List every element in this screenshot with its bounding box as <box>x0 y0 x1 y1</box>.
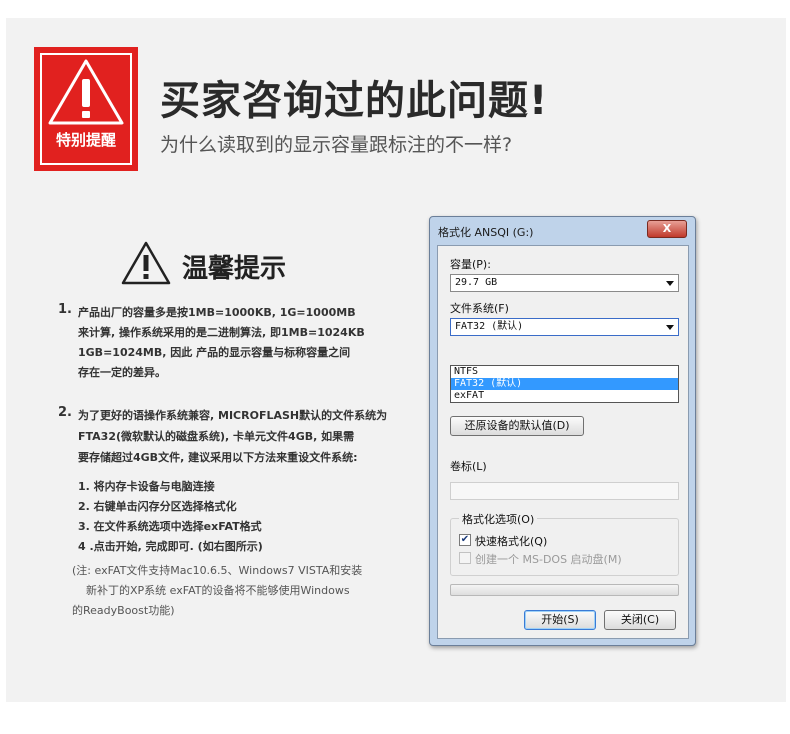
msdos-boot-label: 创建一个 MS-DOS 启动盘(M) <box>475 553 622 566</box>
capacity-value: 29.7 GB <box>455 277 498 288</box>
note-line: (注: exFAT文件支持Mac10.6.5、Windows7 VISTA和安装 <box>72 564 363 577</box>
item2-number: 2. <box>58 405 72 420</box>
step-item: 4 .点击开始, 完成即可. (如右图所示) <box>78 540 263 553</box>
volume-label: 卷标(L) <box>450 460 487 473</box>
format-progress-bar <box>450 584 679 596</box>
item1-line: 来计算, 操作系统采用的是二进制算法, 即1MB=1024KB <box>78 326 365 339</box>
step-item: 3. 在文件系统选项中选择exFAT格式 <box>78 520 262 533</box>
tips-title: 温馨提示 <box>182 254 287 284</box>
filesystem-value: FAT32 (默认) <box>455 321 524 332</box>
chevron-down-icon <box>666 325 674 330</box>
badge-label: 特别提醒 <box>55 131 116 149</box>
close-icon[interactable]: X <box>647 220 687 238</box>
step-item: 1. 将内存卡设备与电脑连接 <box>78 480 215 493</box>
close-button[interactable]: 关闭(C) <box>604 610 676 630</box>
format-dialog: 格式化 ANSQI (G:) X 容量(P): 29.7 GB 文件系统(F) … <box>429 216 696 646</box>
item2-line: FTA32(微软默认的磁盘系统), 卡单元文件4GB, 如果需 <box>78 430 355 443</box>
volume-input[interactable] <box>450 482 679 500</box>
capacity-label: 容量(P): <box>450 258 491 271</box>
filesystem-label: 文件系统(F) <box>450 302 509 315</box>
warning-triangle-icon <box>48 59 124 125</box>
filesystem-dropdown: NTFS FAT32 (默认) exFAT <box>450 365 679 403</box>
chevron-down-icon <box>666 281 674 286</box>
dialog-title: 格式化 ANSQI (G:) <box>438 226 534 239</box>
format-options-legend: 格式化选项(O) <box>459 511 538 527</box>
dropdown-option-ntfs[interactable]: NTFS <box>451 366 678 378</box>
item1-number: 1. <box>58 302 72 317</box>
page-subtitle: 为什么读取到的显示容量跟标注的不一样? <box>160 134 513 156</box>
item1-line: 存在一定的差异。 <box>78 366 166 379</box>
item2-line: 要存储超过4GB文件, 建议采用以下方法来重设文件系统: <box>78 451 358 464</box>
restore-defaults-button[interactable]: 还原设备的默认值(D) <box>450 416 584 436</box>
capacity-select[interactable]: 29.7 GB <box>450 274 679 292</box>
quick-format-label: 快速格式化(Q) <box>475 535 548 548</box>
note-line: 新补丁的XP系统 exFAT的设备将不能够使用Windows <box>86 584 350 597</box>
filesystem-select[interactable]: FAT32 (默认) <box>450 318 679 336</box>
note-line: 的ReadyBoost功能) <box>72 604 175 617</box>
dropdown-option-fat32[interactable]: FAT32 (默认) <box>451 378 678 390</box>
dialog-body: 容量(P): 29.7 GB 文件系统(F) FAT32 (默认) NTFS F… <box>437 245 689 639</box>
format-options-group: 格式化选项(O) ✔ 快速格式化(Q) 创建一个 MS-DOS 启动盘(M) <box>450 511 679 576</box>
quick-format-checkbox[interactable]: ✔ <box>459 534 471 546</box>
dropdown-option-exfat[interactable]: exFAT <box>451 390 678 402</box>
warning-badge: 特别提醒 <box>34 47 138 171</box>
msdos-boot-checkbox[interactable] <box>459 552 471 564</box>
item1-line: 产品出厂的容量多是按1MB=1000KB, 1G=1000MB <box>78 306 356 319</box>
page-title: 买家咨询过的此问题! <box>160 78 549 124</box>
warning-icon <box>121 241 171 285</box>
item2-line: 为了更好的语操作系统兼容, MICROFLASH默认的文件系统为 <box>78 409 388 422</box>
item1-line: 1GB=1024MB, 因此 产品的显示容量与标称容量之间 <box>78 346 351 359</box>
start-button[interactable]: 开始(S) <box>524 610 596 630</box>
step-item: 2. 右键单击闪存分区选择格式化 <box>78 500 237 513</box>
